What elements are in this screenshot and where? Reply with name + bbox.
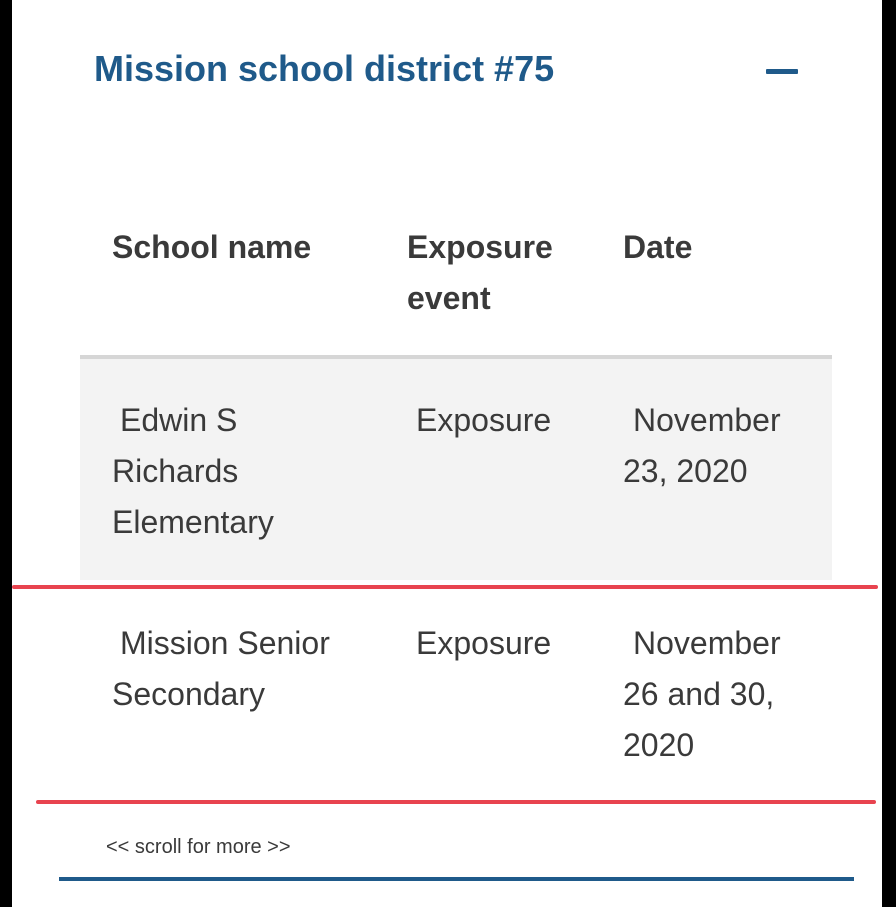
collapse-button[interactable] [766,54,802,90]
header-school-name: School name [112,229,312,265]
scroll-hint[interactable]: << scroll for more >> [106,836,291,859]
minus-icon [766,69,798,74]
cell-event: Exposure [416,625,552,661]
section-title: Mission school district #75 [94,48,555,89]
bottom-divider [59,877,854,881]
cell-event: Exposure [416,402,552,438]
cell-date: November 23, 2020 [623,402,781,489]
cell-date: November 26 and 30, 2020 [623,625,781,763]
red-underline-annotation [36,800,876,804]
cell-school: Edwin S Richards Elementary [112,402,274,540]
red-underline-annotation [12,585,878,589]
cell-school: Mission Senior Secondary [112,625,330,712]
district-panel: Mission school district #75 School name … [12,0,882,907]
header-exposure-event: Exposure event [407,229,553,316]
header-date: Date [623,229,693,265]
